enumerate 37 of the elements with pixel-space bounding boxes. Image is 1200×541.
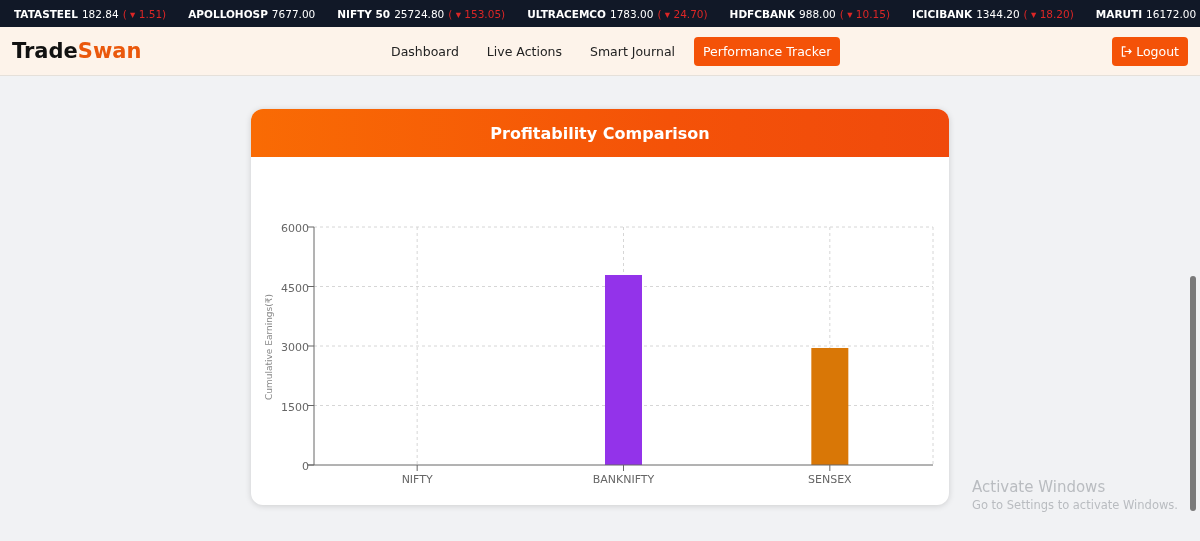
y-tick-label: 6000: [281, 222, 309, 235]
y-tick-label: 1500: [281, 400, 309, 414]
x-tick-label: SENSEX: [808, 473, 852, 486]
ticker-symbol: MARUTI: [1095, 7, 1143, 20]
activation-text: Go to Settings to activate Windows.: [972, 498, 1178, 512]
x-tick-label: NIFTY: [401, 473, 433, 486]
ticker-symbol: APOLLOHOSP: [188, 7, 268, 20]
ticker-change: ( ▾ 24.70): [657, 7, 708, 20]
ticker-change: ( ▾ 1.51): [122, 7, 167, 20]
y-axis-label: Cumulative Earnings(₹): [264, 294, 274, 400]
brand-logo[interactable]: TradeSwan: [12, 39, 382, 63]
nav-link[interactable]: Live Actions: [477, 36, 571, 66]
ticker-price: 25724.80: [394, 7, 445, 20]
ticker-symbol: NIFTY 50: [337, 7, 391, 20]
y-tick-label: 0: [302, 460, 309, 473]
ticker-change: ( ▾ 18.20): [1023, 7, 1074, 20]
ticker-price: 16172.00: [1146, 7, 1197, 20]
ticker-price: 7677.00: [271, 7, 316, 20]
ticker-symbol: ULTRACEMCO: [527, 7, 606, 20]
ticker-price: 182.84: [81, 7, 119, 20]
y-tick-label: 4500: [281, 281, 309, 295]
nav-link[interactable]: Dashboard: [382, 36, 468, 66]
scrollbar-thumb[interactable]: [1190, 276, 1196, 511]
ticker-price: 988.00: [799, 7, 836, 20]
ticker-symbol: TATASTEEL: [14, 7, 78, 20]
card-title: Profitability Comparison: [490, 123, 710, 143]
nav-link[interactable]: Smart Journal: [581, 36, 685, 66]
ticker-symbol: HDFCBANK: [729, 7, 796, 20]
activation-title: Activate Windows: [972, 478, 1107, 496]
ticker-change: ( ▾ 10.15): [839, 7, 890, 20]
ticker-change: ( ▾ 153.05): [448, 7, 506, 20]
logout-icon: [1121, 45, 1133, 57]
y-tick-label: 3000: [281, 341, 309, 354]
ticker-price: 1783.00: [610, 7, 654, 20]
x-tick-label: BANKNIFTY: [592, 473, 655, 486]
ticker-symbol: ICICIBANK: [912, 7, 973, 20]
ticker-price: 1344.20: [976, 7, 1020, 20]
